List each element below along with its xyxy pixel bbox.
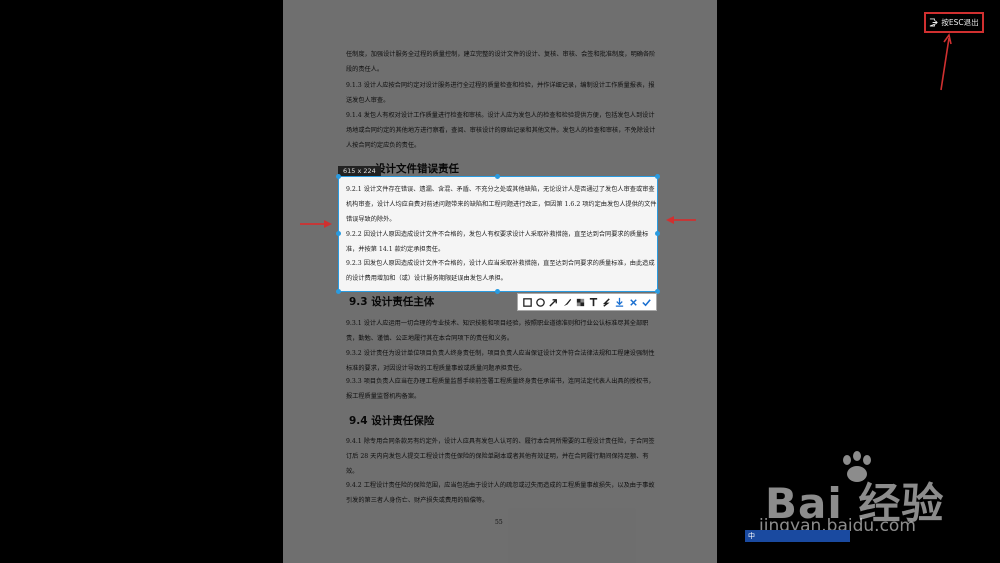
- resize-handle-top-right[interactable]: [655, 174, 660, 179]
- paragraph-9-4-1: 9.4.1 除专用合同条款另有约定外，设计人应具有发包人认可的、履行本合同所需要…: [346, 438, 655, 475]
- circle-icon: [536, 297, 546, 307]
- close-icon: [629, 298, 637, 306]
- mosaic-icon: [576, 298, 585, 306]
- undo-icon: [603, 297, 610, 307]
- arrow-icon: [549, 298, 558, 307]
- screenshot-selection[interactable]: [338, 176, 658, 292]
- exit-icon: [930, 18, 939, 27]
- text-icon: [589, 297, 598, 306]
- paragraph-9-3-3: 9.3.3 项目负责人应当在办理工程质量监督手续前签署工程质量终身责任承诺书，连…: [346, 378, 655, 400]
- resize-handle-right[interactable]: [655, 231, 660, 236]
- save-tool[interactable]: [613, 296, 626, 309]
- screenshot-toolbar: [517, 293, 657, 311]
- paragraph-9-3-2: 9.3.2 设计责任为设计单位项目负责人终身责任制，项目负责人应当保证设计文件符…: [346, 350, 655, 372]
- resize-handle-top[interactable]: [495, 174, 500, 179]
- annotation-arrow-right: [666, 216, 696, 224]
- brush-tool[interactable]: [561, 296, 574, 309]
- paragraph-9-1-3: 9.1.3 设计人应按合同约定对设计服务进行全过程的质量检查和检验，并作详细记录…: [346, 82, 655, 104]
- ime-badge: 中: [745, 530, 850, 542]
- rectangle-icon: [523, 297, 532, 307]
- paragraph-intro: 任制度，加强设计服务全过程的质量控制，建立完整的设计文件的设计、复核、审核、会签…: [346, 51, 656, 73]
- heading-9-4: 9.4 设计责任保险: [349, 415, 435, 427]
- text-tool[interactable]: [587, 296, 600, 309]
- paragraph-9-4-2: 9.4.2 工程设计责任险的保险范围，应当包括由于设计人的疏忽或过失而造成的工程…: [346, 482, 655, 504]
- page-number: 55: [495, 519, 503, 526]
- check-icon: [642, 298, 651, 306]
- heading-9-2: 设计文件错误责任: [375, 163, 459, 175]
- annotation-arrow-esc: [940, 33, 952, 91]
- brush-icon: [563, 298, 571, 306]
- esc-exit-label: 按ESC退出: [941, 18, 979, 27]
- cancel-tool[interactable]: [627, 296, 640, 309]
- resize-handle-top-left[interactable]: [336, 174, 341, 179]
- arrow-tool[interactable]: [547, 296, 560, 309]
- mosaic-tool[interactable]: [574, 296, 587, 309]
- download-icon: [616, 297, 624, 307]
- rectangle-tool[interactable]: [521, 296, 534, 309]
- paragraph-9-1-4: 9.1.4 发包人有权对设计工作质量进行检查和审核。设计人应为发包人的检查和检验…: [346, 112, 656, 149]
- paragraph-9-3-1: 9.3.1 设计人应运用一切合理的专业技术、知识技能和项目经验，按照职业道德准则…: [346, 320, 649, 342]
- heading-9-3: 9.3 设计责任主体: [349, 296, 435, 308]
- confirm-tool[interactable]: [640, 296, 653, 309]
- resize-handle-bottom-left[interactable]: [336, 289, 341, 294]
- esc-exit-button[interactable]: 按ESC退出: [924, 12, 984, 33]
- annotation-arrow-left: [300, 220, 332, 228]
- ellipse-tool[interactable]: [534, 296, 547, 309]
- selection-size-label: 615 x 224: [338, 166, 381, 176]
- resize-handle-bottom[interactable]: [495, 289, 500, 294]
- undo-tool[interactable]: [600, 296, 613, 309]
- resize-handle-left[interactable]: [336, 231, 341, 236]
